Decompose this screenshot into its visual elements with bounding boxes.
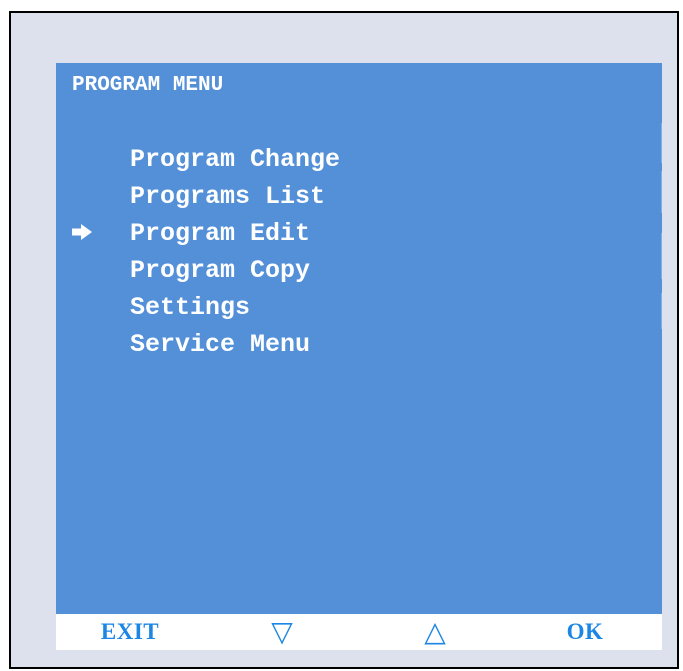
menu-item-label: Program Edit bbox=[130, 218, 311, 248]
menu-item-label: Programs List bbox=[130, 181, 326, 211]
menu-item-label: Settings bbox=[130, 292, 251, 322]
screen-edge-highlight bbox=[661, 233, 662, 279]
right-arrow-icon bbox=[72, 224, 92, 240]
screen-edge-highlight bbox=[661, 171, 662, 213]
device-frame: PROGRAM MENU Program Change Programs Lis… bbox=[9, 11, 679, 669]
menu-item-label: Program Change bbox=[130, 144, 341, 174]
menu-title: PROGRAM MENU bbox=[72, 74, 224, 97]
ok-button[interactable]: OK bbox=[547, 614, 623, 650]
menu-item-label: Service Menu bbox=[130, 329, 311, 359]
softkey-bar: EXIT ▽ △ OK bbox=[56, 614, 662, 650]
up-triangle-icon[interactable]: △ bbox=[410, 614, 460, 650]
down-triangle-icon[interactable]: ▽ bbox=[257, 614, 307, 650]
screen-edge-highlight bbox=[661, 123, 662, 163]
lcd-screen: PROGRAM MENU Program Change Programs Lis… bbox=[56, 63, 662, 614]
menu-item-label: Program Copy bbox=[130, 255, 311, 285]
screen-edge-highlight bbox=[661, 293, 662, 329]
exit-button[interactable]: EXIT bbox=[80, 614, 180, 650]
